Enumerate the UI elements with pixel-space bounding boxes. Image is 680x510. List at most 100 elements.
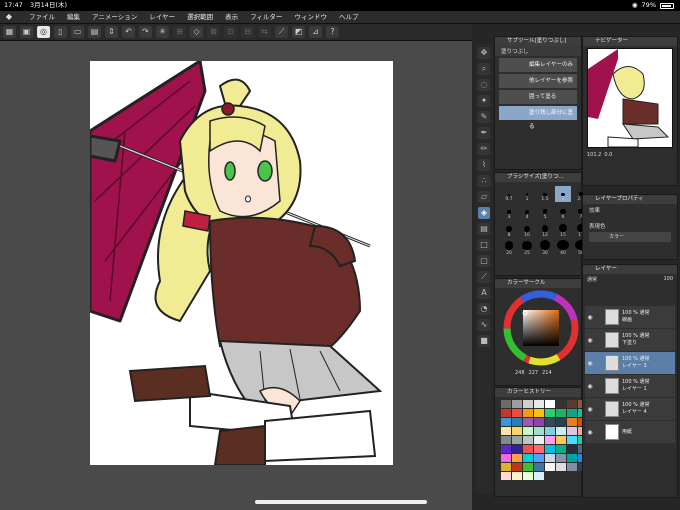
transform-icon[interactable]: ⊞ (173, 26, 186, 38)
color-swatch[interactable] (556, 427, 566, 435)
figure-tool-icon[interactable]: □ (478, 239, 490, 251)
color-swatch[interactable] (556, 400, 566, 408)
app-logo-icon[interactable]: ◆ (4, 12, 14, 22)
color-swatch[interactable] (534, 445, 544, 453)
brush-size-option[interactable]: 12 (537, 222, 553, 238)
gradient-tool-icon[interactable]: ▤ (478, 223, 490, 235)
color-swatch[interactable] (534, 436, 544, 444)
angle-value[interactable]: 0.0 (604, 152, 612, 158)
color-swatch[interactable] (534, 400, 544, 408)
color-swatch[interactable] (534, 409, 544, 417)
color-swatch[interactable] (556, 445, 566, 453)
menu-file[interactable]: ファイル (24, 11, 60, 24)
color-swatch[interactable] (567, 400, 577, 408)
color-swatch[interactable] (501, 472, 511, 480)
balloon-tool-icon[interactable]: ◔ (478, 303, 490, 315)
brush-size-option[interactable]: 30 (537, 240, 553, 256)
color-swatch[interactable] (534, 472, 544, 480)
color-swatch[interactable] (567, 409, 577, 417)
brush-size-option[interactable]: 5 (537, 204, 553, 220)
navigator-preview[interactable] (587, 48, 673, 148)
blend-mode-select[interactable]: 通常 (587, 276, 597, 283)
pencil-tool-icon[interactable]: ✏ (478, 143, 490, 155)
color-wheel[interactable] (495, 288, 581, 368)
brush-tool-icon[interactable]: ⌇ (478, 159, 490, 171)
frame-tool-icon[interactable]: ▢ (478, 255, 490, 267)
eye-icon[interactable]: ◉ (585, 429, 595, 436)
open-icon[interactable]: ▭ (71, 26, 84, 38)
color-swatch[interactable] (567, 418, 577, 426)
layer-row[interactable]: ◉ 100 % 通常 レイヤー 1 (585, 375, 675, 397)
eye-icon[interactable]: ◎ (37, 26, 50, 38)
color-swatch[interactable] (545, 418, 555, 426)
color-swatch[interactable] (501, 400, 511, 408)
color-swatch[interactable] (545, 454, 555, 462)
ruler-icon[interactable]: ⟋ (275, 26, 288, 38)
brush-size-option[interactable]: 20 (501, 240, 517, 256)
color-swatch[interactable] (512, 445, 522, 453)
subtool-item[interactable]: 編集レイヤーのみ参照 (499, 58, 577, 82)
canvas-settings-icon[interactable]: ▣ (20, 26, 33, 38)
color-swatch[interactable] (501, 418, 511, 426)
opacity-value[interactable]: 100 (663, 276, 673, 283)
eraser-icon[interactable]: ◇ (190, 26, 203, 38)
menu-selection[interactable]: 選択範囲 (182, 11, 218, 24)
menu-window[interactable]: ウィンドウ (289, 11, 332, 24)
subtool-item[interactable]: 塗り残し部分に塗る (499, 106, 577, 130)
subtool-item[interactable]: 囲って塗る (499, 90, 577, 104)
zoom-value[interactable]: 101.2 (587, 152, 601, 158)
help-icon[interactable]: ? (326, 26, 339, 38)
color-swatch[interactable] (534, 454, 544, 462)
layer-row[interactable]: ◉ 100 % 通常 線画 (585, 306, 675, 328)
flip-icon[interactable]: ⇆ (258, 26, 271, 38)
color-swatch[interactable] (545, 400, 555, 408)
color-swatch[interactable] (523, 445, 533, 453)
color-swatch[interactable] (534, 463, 544, 471)
color-swatch[interactable] (512, 418, 522, 426)
loading-icon[interactable]: ✳ (156, 26, 169, 38)
brush-size-option[interactable]: 1.5 (537, 186, 553, 202)
zoom-tool-icon[interactable]: ⌕ (478, 63, 490, 75)
brush-size-option[interactable]: 6 (555, 204, 571, 220)
color-swatch[interactable] (534, 427, 544, 435)
subtool-tab[interactable]: 塗りつぶし (501, 47, 529, 55)
color-swatch[interactable] (567, 427, 577, 435)
canvas-area[interactable] (0, 41, 472, 510)
eye-icon[interactable]: ◉ (585, 337, 595, 344)
brush-size-option[interactable]: 8 (501, 222, 517, 238)
color-swatch[interactable] (567, 454, 577, 462)
cut-icon[interactable]: ⊠ (207, 26, 220, 38)
color-swatch[interactable] (501, 409, 511, 417)
color-swatch[interactable] (545, 463, 555, 471)
pen-tool-icon[interactable]: ✒ (478, 127, 490, 139)
color-swatch[interactable] (567, 445, 577, 453)
layer-row[interactable]: ◉ 100 % 通常 下塗り (585, 329, 675, 351)
ruler-tool-icon[interactable]: ⟋ (478, 271, 490, 283)
layer-row[interactable]: ◉ 100 % 通常 レイヤー 3 (585, 352, 675, 374)
layer-row[interactable]: ◉ 用紙 (585, 421, 675, 443)
brush-size-option[interactable]: 25 (519, 240, 535, 256)
stepper-icon[interactable]: ⇕ (105, 26, 118, 38)
color-swatch[interactable] (512, 436, 522, 444)
color-swatch[interactable] (556, 436, 566, 444)
paste-icon[interactable]: ⊟ (241, 26, 254, 38)
correct-line-tool-icon[interactable]: ∿ (478, 319, 490, 331)
color-swatch[interactable] (567, 463, 577, 471)
eye-icon[interactable]: ◉ (585, 314, 595, 321)
brush-size-option[interactable]: 3 (501, 204, 517, 220)
eraser-tool-icon[interactable]: ▱ (478, 191, 490, 203)
brush-size-option[interactable]: 40 (555, 240, 571, 256)
color-swatch[interactable] (556, 418, 566, 426)
new-file-icon[interactable]: ▯ (54, 26, 67, 38)
color-swatch[interactable] (523, 463, 533, 471)
color-swatch-icon[interactable]: ■ (478, 335, 490, 347)
color-swatch[interactable] (501, 463, 511, 471)
brush-size-option[interactable]: 1 (519, 186, 535, 202)
color-swatch[interactable] (534, 418, 544, 426)
undo-icon[interactable]: ↶ (122, 26, 135, 38)
color-swatch[interactable] (512, 409, 522, 417)
eye-icon[interactable]: ◉ (585, 383, 595, 390)
menu-help[interactable]: ヘルプ (334, 11, 364, 24)
drawing-paper[interactable] (90, 61, 393, 465)
menu-animation[interactable]: アニメーション (87, 11, 142, 24)
